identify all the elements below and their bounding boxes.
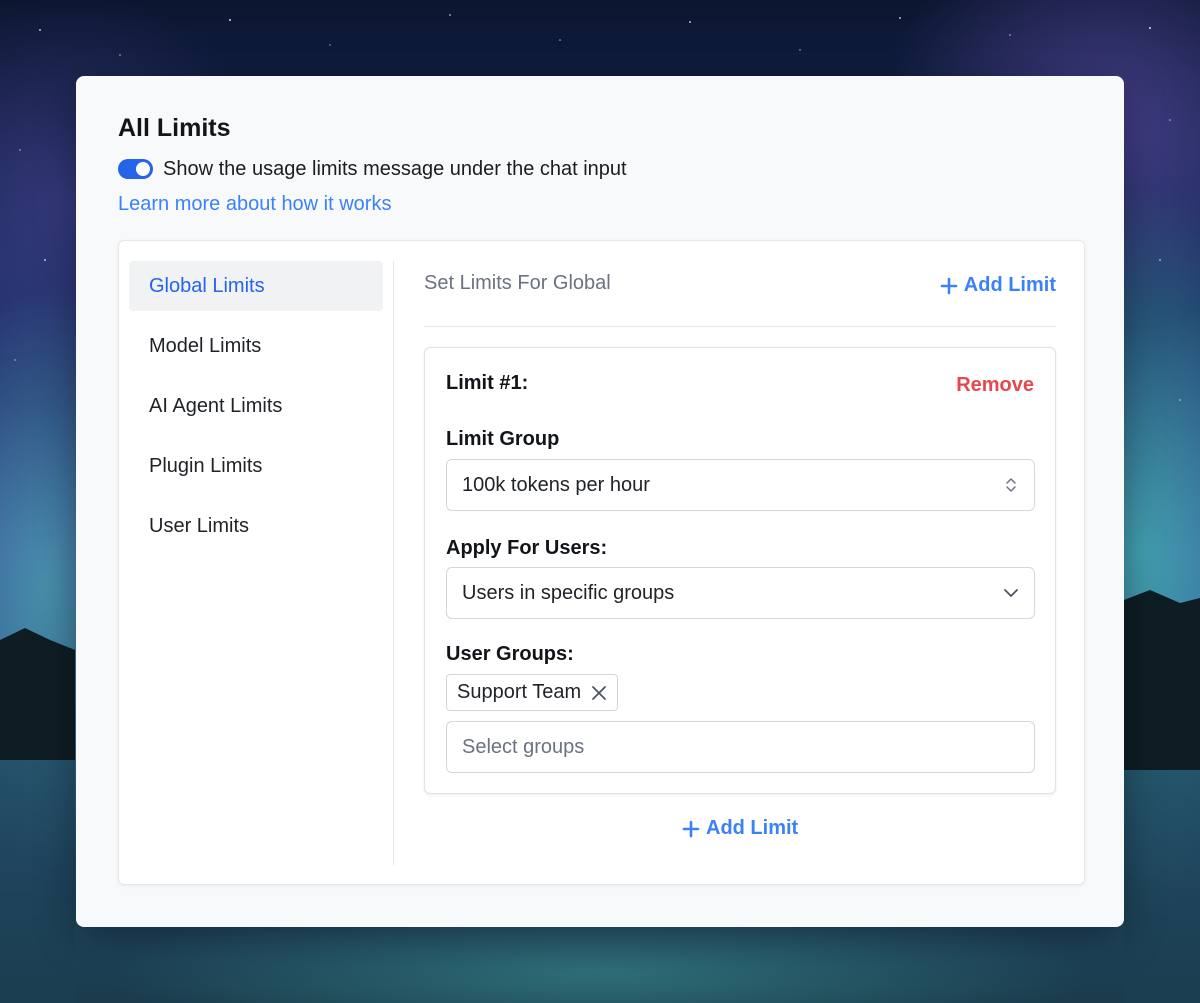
limit-card: Limit #1: Remove Limit Group 100k tokens…	[424, 347, 1056, 794]
plus-icon	[940, 277, 958, 294]
limits-card: All Limits Show the usage limits message…	[76, 76, 1124, 927]
add-limit-button-bottom[interactable]: Add Limit	[682, 817, 798, 840]
add-limit-bottom-label: Add Limit	[706, 817, 799, 839]
sidebar-item-model-limits[interactable]: Model Limits	[129, 321, 383, 371]
limits-main: Set Limits For Global Add Limit Limit #1…	[424, 241, 1056, 884]
chevron-down-icon	[1004, 589, 1018, 597]
sidebar-item-plugin-limits[interactable]: Plugin Limits	[129, 441, 383, 491]
sidebar-divider	[393, 261, 394, 865]
chevron-updown-icon	[1006, 478, 1016, 492]
toggle-label: Show the usage limits message under the …	[163, 157, 627, 180]
learn-more-link[interactable]: Learn more about how it works	[118, 193, 391, 216]
section-heading: Set Limits For Global	[424, 272, 611, 294]
plus-icon	[682, 820, 700, 837]
sidebar-item-ai-agent-limits[interactable]: AI Agent Limits	[129, 381, 383, 431]
close-icon[interactable]	[591, 685, 607, 701]
apply-for-users-label: Apply For Users:	[446, 537, 608, 559]
user-group-tag-label: Support Team	[457, 681, 582, 703]
limit-group-select[interactable]: 100k tokens per hour	[446, 459, 1035, 511]
header-divider	[424, 326, 1056, 327]
limit-title: Limit #1:	[446, 372, 529, 394]
usage-message-toggle-row: Show the usage limits message under the …	[118, 158, 627, 180]
sidebar-item-global-limits[interactable]: Global Limits	[129, 261, 383, 311]
remove-limit-button[interactable]: Remove	[956, 374, 1034, 397]
sidebar-item-user-limits[interactable]: User Limits	[129, 501, 383, 551]
apply-for-users-select[interactable]: Users in specific groups	[446, 567, 1035, 619]
apply-for-users-value: Users in specific groups	[462, 581, 675, 604]
toggle-knob	[136, 162, 150, 176]
user-groups-label: User Groups:	[446, 643, 574, 665]
usage-message-toggle[interactable]	[118, 159, 153, 179]
add-limit-button-top[interactable]: Add Limit	[940, 274, 1056, 297]
page-title: All Limits	[118, 114, 231, 142]
select-groups-input[interactable]	[446, 721, 1035, 773]
add-limit-label: Add Limit	[963, 274, 1056, 296]
limits-panel: Global Limits Model Limits AI Agent Limi…	[118, 240, 1085, 885]
user-group-tag: Support Team	[446, 674, 619, 711]
limit-group-label: Limit Group	[446, 428, 560, 450]
limit-group-value: 100k tokens per hour	[462, 473, 650, 496]
limits-sidebar: Global Limits Model Limits AI Agent Limi…	[129, 261, 383, 561]
